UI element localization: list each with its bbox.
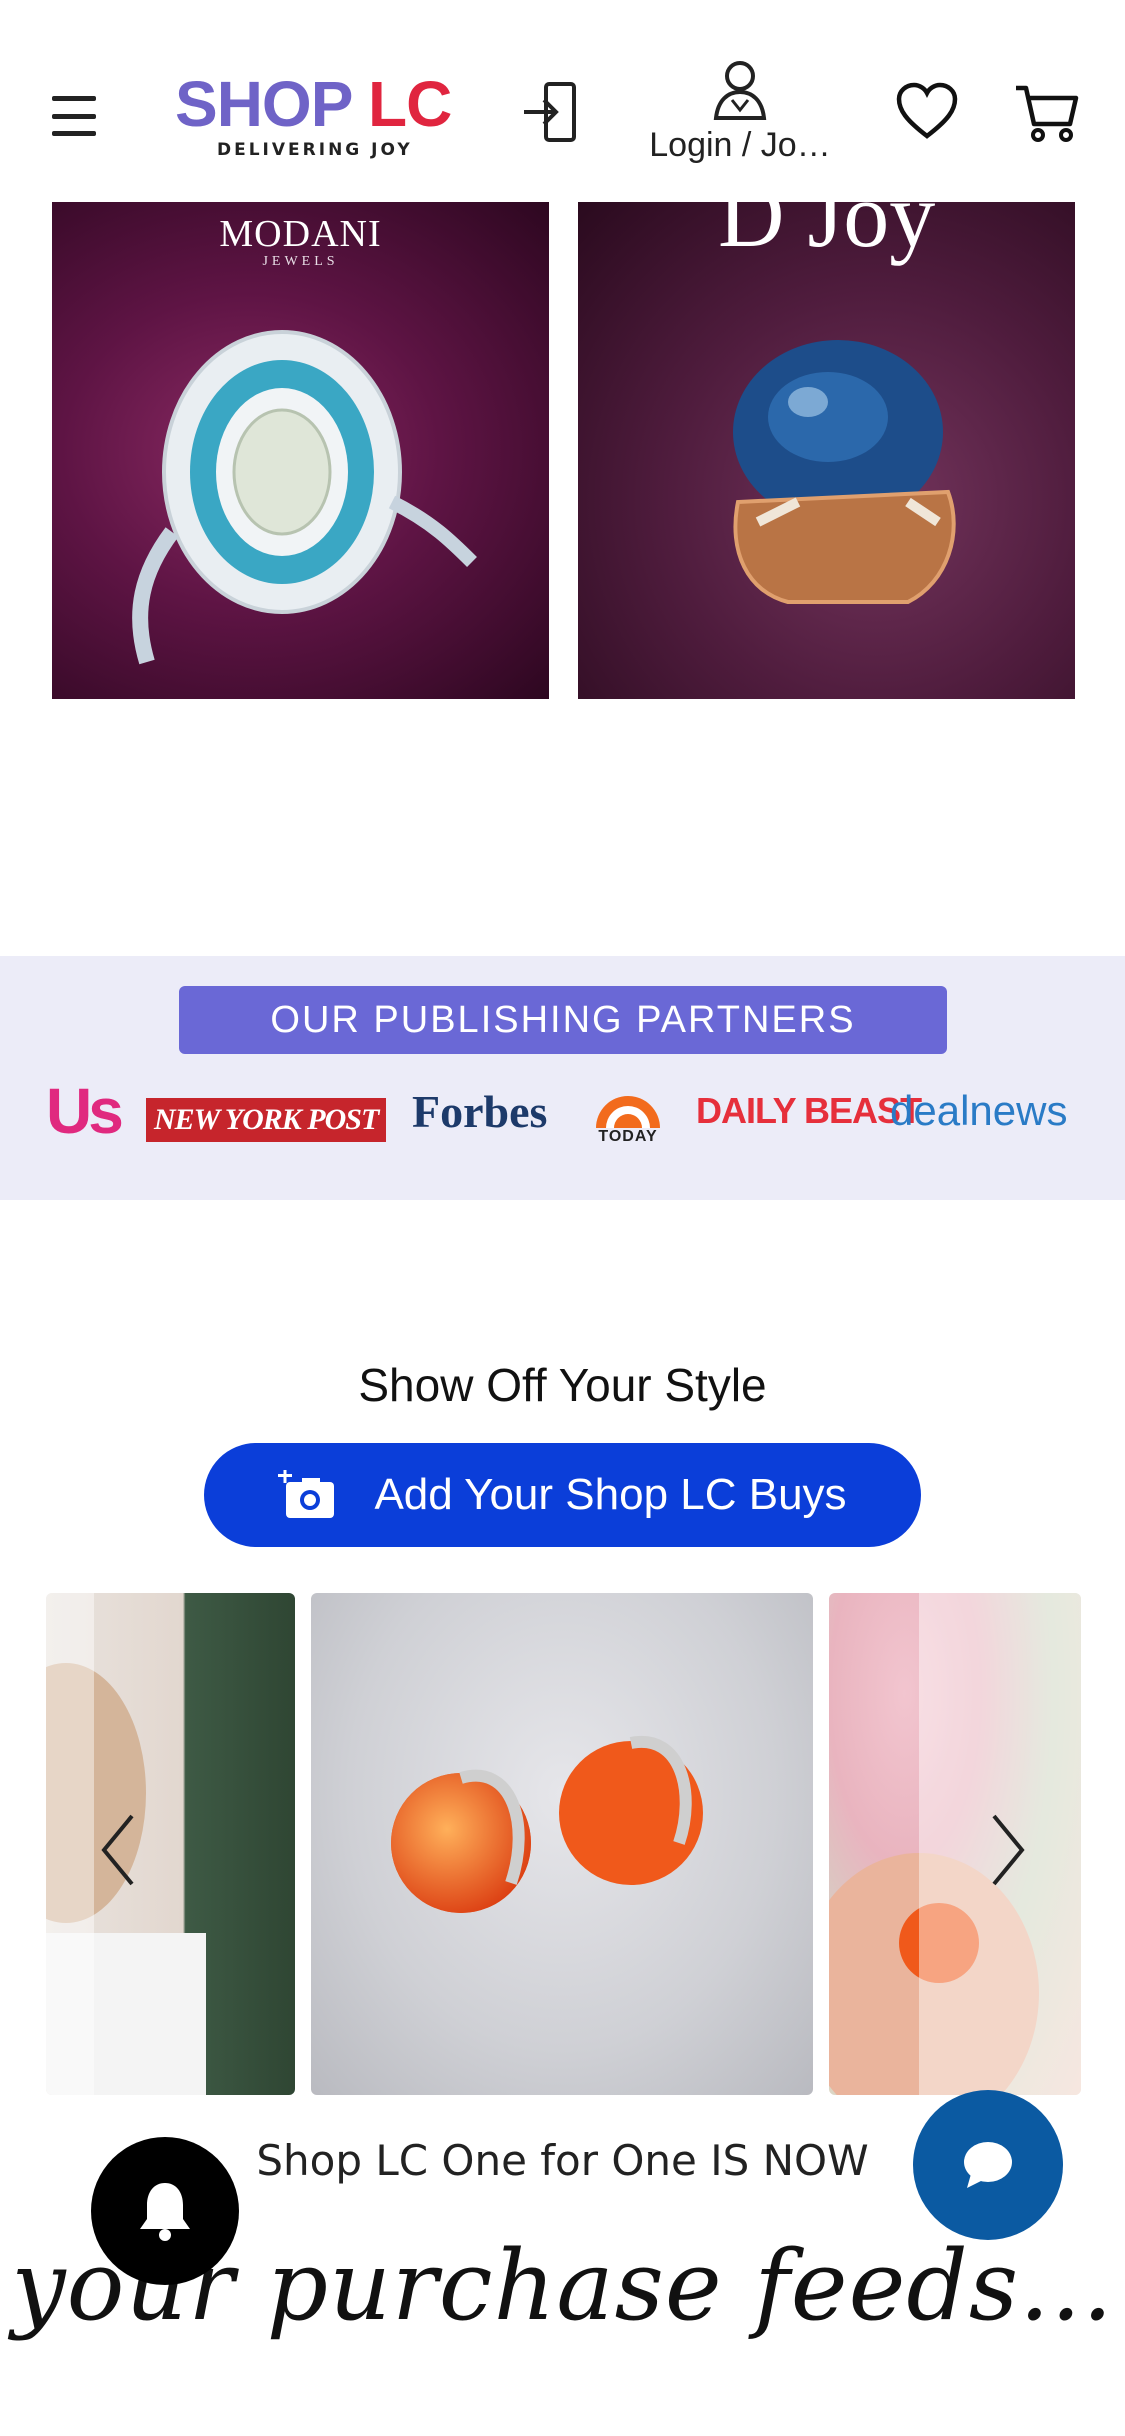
heart-icon[interactable] [896, 82, 958, 140]
chat-button[interactable] [913, 2090, 1063, 2240]
user-icon [713, 61, 767, 120]
carousel-fade [46, 1593, 94, 2095]
cart-icon[interactable] [1014, 82, 1080, 144]
halo-ring-image [132, 330, 477, 665]
partner-logo-us: Us [46, 1075, 124, 1147]
ugc-photo-earrings [391, 1735, 703, 1913]
login-join-label: Login / Jo… [649, 126, 831, 164]
publishing-partners-banner: OUR PUBLISHING PARTNERS Us NEW YORK POST… [0, 956, 1125, 1200]
partners-title: OUR PUBLISHING PARTNERS [179, 986, 947, 1054]
carousel-prev-arrow[interactable] [98, 1810, 138, 1890]
chat-bubble-icon [964, 2142, 1012, 2188]
ugc-carousel-item-next[interactable] [829, 1593, 1081, 2095]
topaz-ring-image [733, 340, 956, 604]
notifications-button[interactable] [91, 2137, 239, 2285]
ugc-carousel-item-current[interactable] [311, 1593, 813, 2095]
logo-wordmark: SHOP LC [175, 68, 452, 140]
partner-logo-forbes: Forbes [412, 1085, 548, 1137]
login-icon[interactable] [520, 80, 584, 144]
partner-logo-dealnews: dealnews [890, 1087, 1068, 1134]
today-sun-icon [596, 1096, 660, 1128]
carousel-next-arrow[interactable] [988, 1810, 1028, 1890]
ugc-carousel-item-prev[interactable] [46, 1593, 295, 2095]
partner-logo-daily-beast: DAILY BEAST [696, 1090, 922, 1131]
login-join-link[interactable]: Login / Jo… [640, 58, 840, 178]
show-off-title: Show Off Your Style [358, 1359, 767, 1411]
product-tile-topaz-ring[interactable]: D Joy [578, 202, 1075, 699]
menu-icon[interactable] [52, 96, 96, 136]
logo-tagline: DELIVERING JOY [217, 140, 413, 160]
bell-icon [140, 2183, 190, 2241]
partner-logo-today: TODAY [588, 1076, 668, 1146]
add-photo-icon [278, 1470, 335, 1518]
product-tile-modani-ring[interactable]: MODANI JEWELS [52, 202, 549, 699]
partner-logo-new-york-post: NEW YORK POST [146, 1098, 387, 1142]
add-your-buys-button[interactable]: Add Your Shop LC Buys [204, 1443, 921, 1547]
add-your-buys-label: Add Your Shop LC Buys [374, 1470, 847, 1519]
top-header: SHOP LC DELIVERING JOY Login / Jo… [0, 0, 1125, 202]
shop-lc-logo[interactable]: SHOP LC DELIVERING JOY [175, 68, 452, 162]
today-label: TODAY [598, 1128, 658, 1145]
